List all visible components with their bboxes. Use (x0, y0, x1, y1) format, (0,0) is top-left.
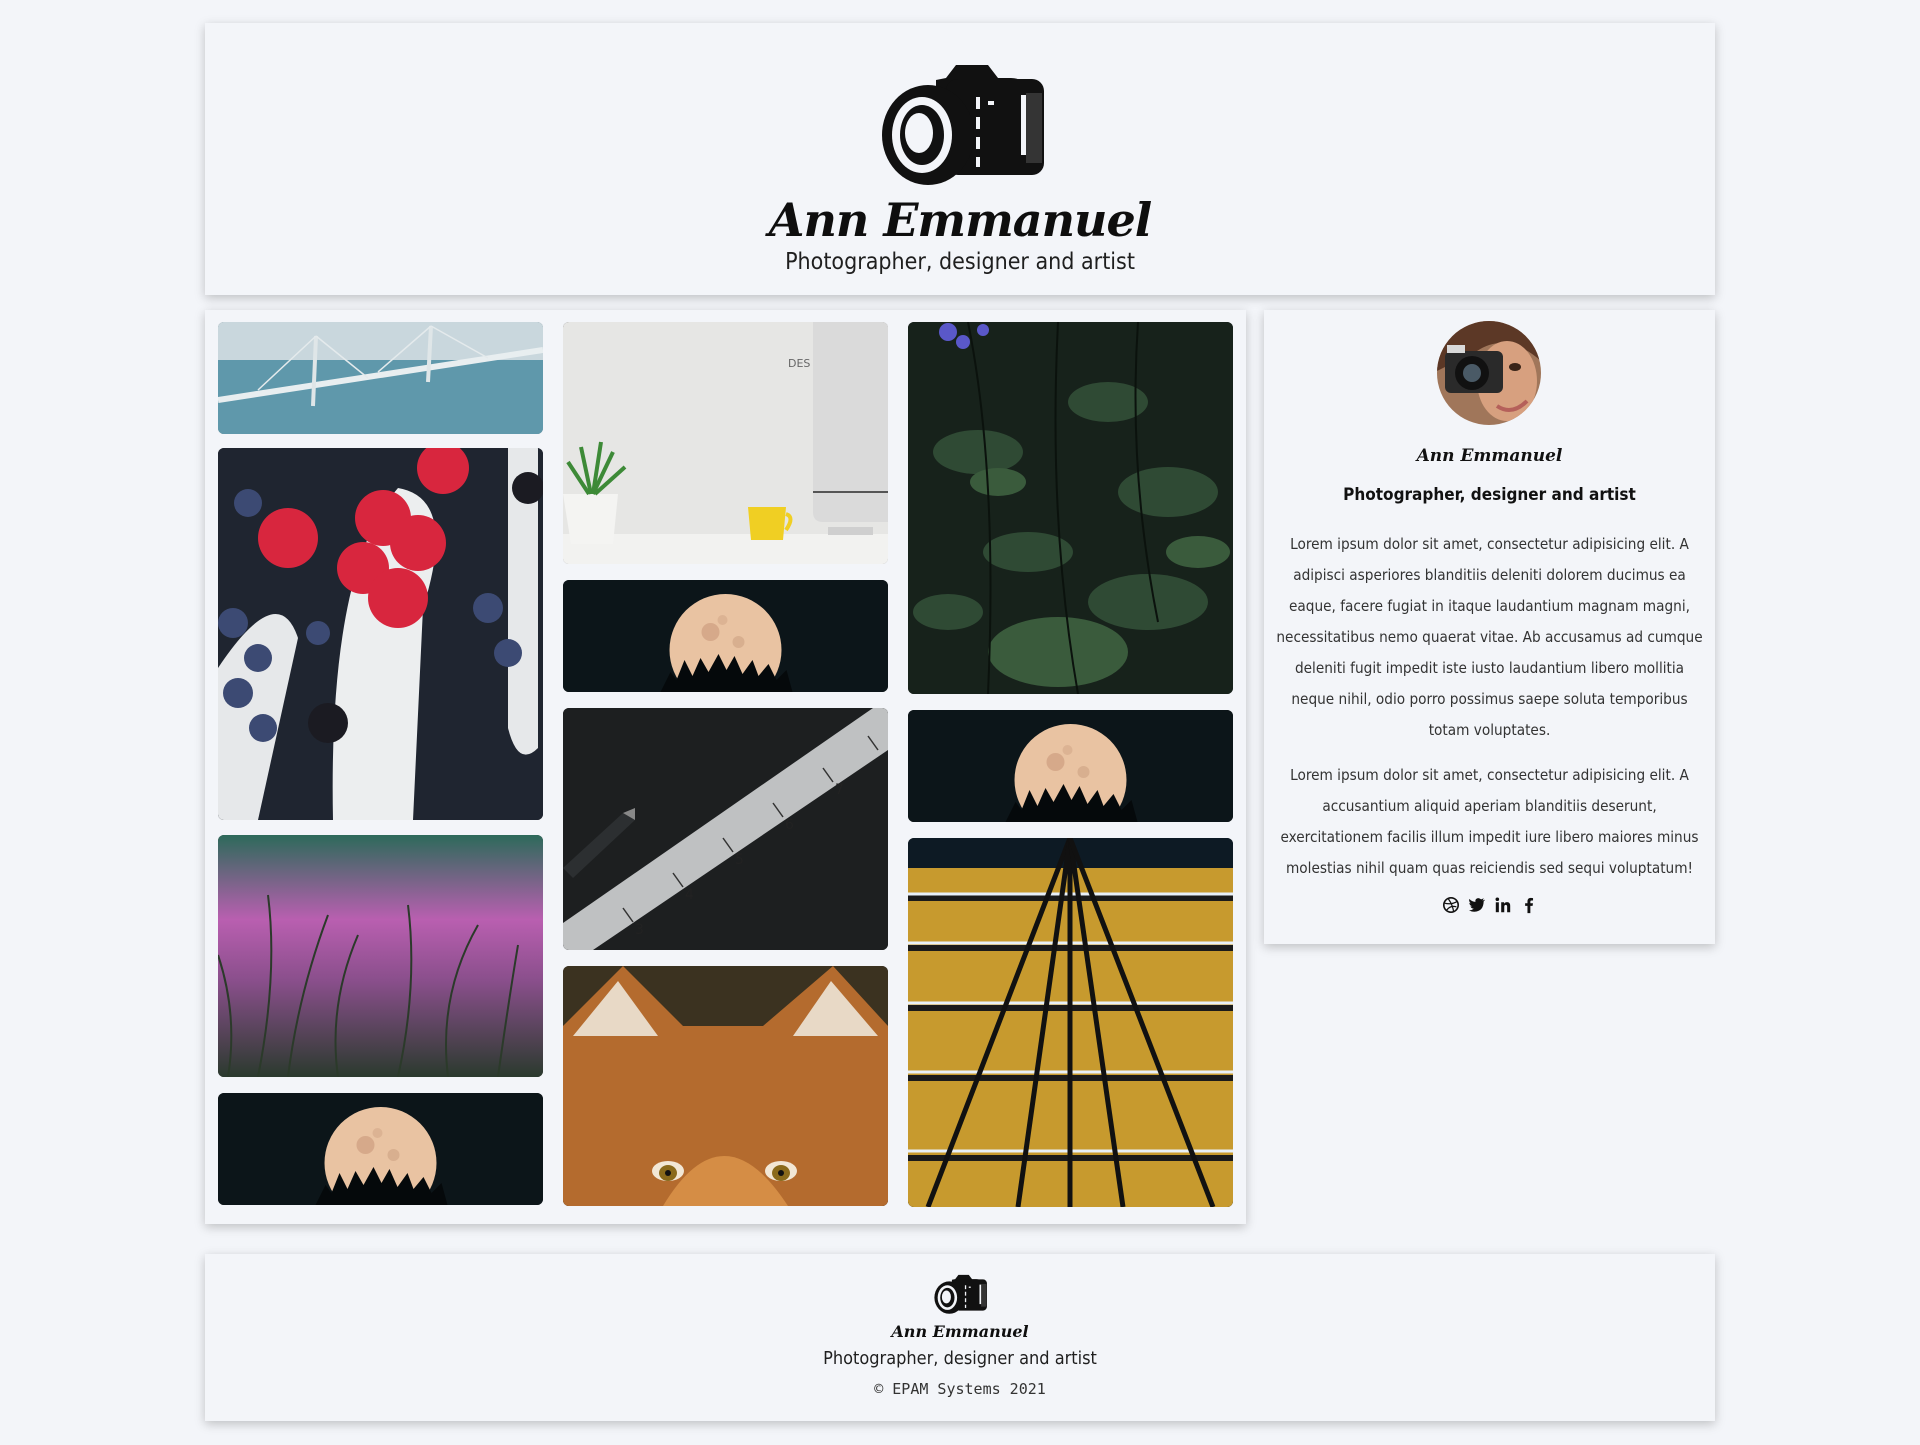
social-links (1264, 895, 1715, 915)
photo-building[interactable] (908, 838, 1233, 1207)
about-paragraph: Lorem ipsum dolor sit amet, consectetur … (1280, 766, 1699, 877)
site-footer: Ann Emmanuel Photographer, designer and … (205, 1254, 1715, 1421)
photo-ruler[interactable]: 3 4 5 6 7 (563, 708, 888, 950)
site-title: Ann Emmanuel (768, 193, 1152, 247)
svg-text:4: 4 (685, 887, 694, 903)
svg-text:6: 6 (785, 817, 794, 833)
linkedin-icon[interactable] (1493, 895, 1513, 915)
photo-bridge[interactable] (218, 322, 543, 434)
photo-moon[interactable] (218, 1093, 543, 1205)
photo-pink-grass[interactable] (218, 835, 543, 1077)
photo-fox[interactable] (563, 966, 888, 1206)
about-role: Photographer, designer and artist (1343, 485, 1636, 505)
photo-moon[interactable] (908, 710, 1233, 822)
svg-text:DES: DES (788, 357, 810, 370)
photo-desk[interactable]: DES (563, 322, 888, 564)
about-card: Ann Emmanuel Photographer, designer and … (1264, 310, 1715, 944)
dribbble-icon[interactable] (1441, 895, 1461, 915)
copyright-text: © EPAM Systems 2021 (874, 1380, 1046, 1398)
site-header: Ann Emmanuel Photographer, designer and … (205, 23, 1715, 295)
svg-text:7: 7 (835, 782, 844, 798)
photo-moon[interactable] (563, 580, 888, 692)
footer-tagline: Photographer, designer and artist (823, 1348, 1097, 1369)
photo-gallery: DES 3 4 5 6 7 (205, 310, 1246, 1224)
facebook-icon[interactable] (1519, 895, 1539, 915)
svg-text:5: 5 (735, 852, 744, 868)
site-tagline: Photographer, designer and artist (785, 249, 1135, 275)
camera-logo-icon[interactable] (928, 1271, 994, 1319)
photo-forest-flowers[interactable] (908, 322, 1233, 694)
about-paragraph: Lorem ipsum dolor sit amet, consectetur … (1276, 535, 1703, 739)
svg-text:3: 3 (635, 922, 644, 938)
photo-berries[interactable] (218, 448, 543, 820)
twitter-icon[interactable] (1467, 895, 1487, 915)
camera-logo-icon[interactable] (876, 53, 1052, 201)
footer-title: Ann Emmanuel (891, 1322, 1029, 1341)
about-name: Ann Emmanuel (1416, 446, 1563, 466)
avatar (1437, 321, 1541, 425)
